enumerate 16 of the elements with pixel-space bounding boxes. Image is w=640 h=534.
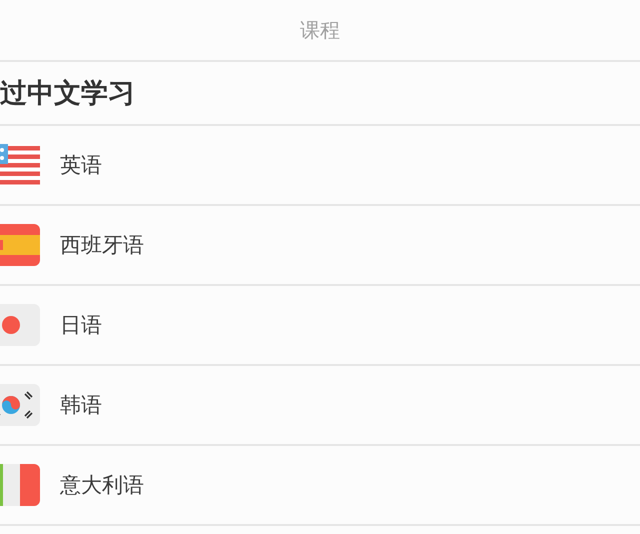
course-item[interactable]: 意大利语 [0,446,640,526]
course-name: 韩语 [60,392,102,419]
course-name: 日语 [60,312,102,339]
flag-icon [0,224,40,266]
page-title: 课程 [300,16,340,44]
flag-icon [0,384,40,426]
section-heading: 过中文学习 [0,77,135,111]
flag-icon [0,304,40,346]
course-name: 意大利语 [60,472,144,499]
course-name: 英语 [60,152,102,179]
flag-icon [0,464,40,506]
course-item[interactable]: 日语 [0,286,640,366]
course-item[interactable]: 英语 [0,126,640,206]
course-item[interactable]: 西班牙语 [0,206,640,286]
course-item[interactable]: 韩语 [0,366,640,446]
course-name: 西班牙语 [60,232,144,259]
